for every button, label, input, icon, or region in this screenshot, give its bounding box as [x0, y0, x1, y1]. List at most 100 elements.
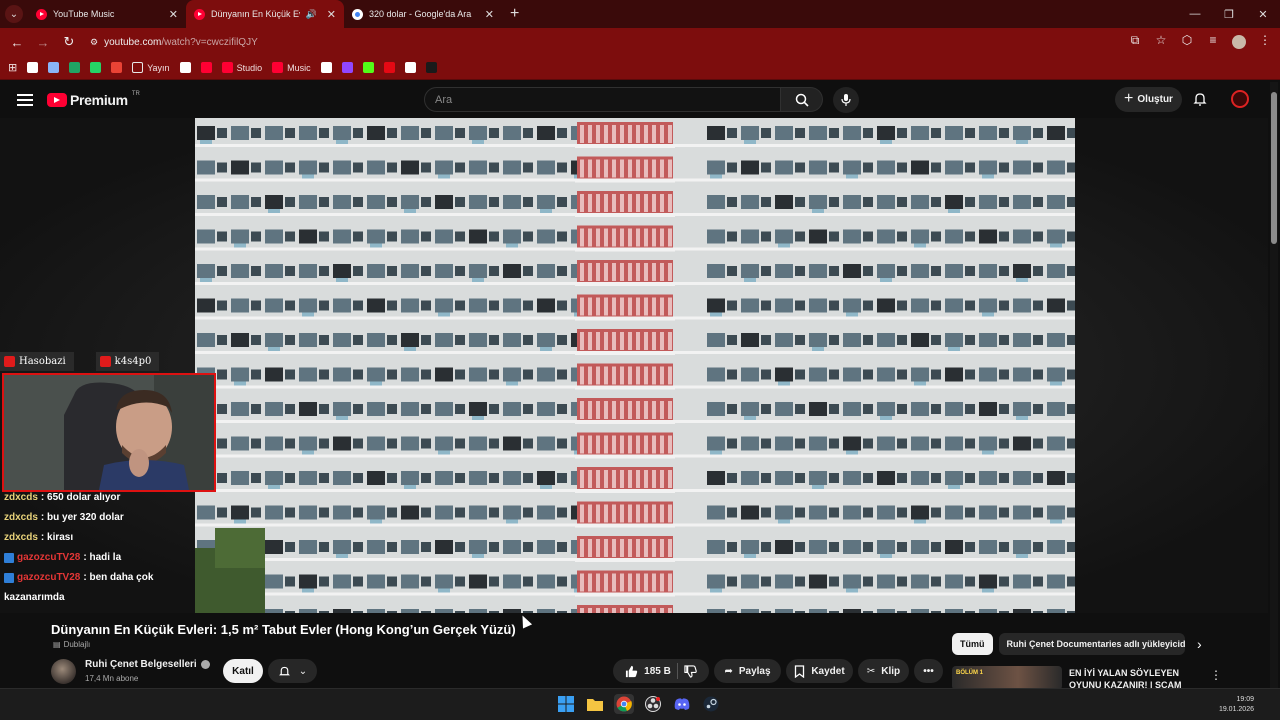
- bookmark-kick[interactable]: [362, 62, 374, 73]
- steam-icon[interactable]: [701, 694, 721, 714]
- bookmark-youtube-music[interactable]: Music: [272, 62, 311, 73]
- chat-username: gazozcuTV28: [17, 572, 81, 583]
- install-app-icon[interactable]: ⧉: [1126, 33, 1144, 52]
- bookmark-github[interactable]: [320, 62, 332, 73]
- extensions-icon[interactable]: ⬡: [1178, 33, 1196, 52]
- chat-message: zdxcds: 650 dolar alıyor: [4, 488, 194, 508]
- chat-message: gazozcuTV28: hadi la: [4, 548, 194, 568]
- profile-avatar[interactable]: [1230, 33, 1248, 52]
- save-button[interactable]: Kaydet: [786, 659, 853, 683]
- scrollbar-thumb[interactable]: [1271, 92, 1277, 244]
- account-avatar[interactable]: [1231, 90, 1249, 108]
- bookmark-youtube[interactable]: [200, 62, 212, 73]
- media-control-icon[interactable]: ≡: [1204, 33, 1222, 52]
- bookmark-sheets[interactable]: [69, 62, 81, 73]
- recommendation-chips: Tümü Ruhi Çenet Documentaries adlı yükle…: [952, 633, 1185, 655]
- back-button[interactable]: ←: [6, 31, 28, 53]
- bookmark-folder[interactable]: Yayın: [132, 62, 170, 73]
- tab-youtube-music[interactable]: YouTube Music ✕: [28, 0, 186, 28]
- streamer-name-tag: k4s4p0: [95, 352, 160, 371]
- menu-kebab-icon[interactable]: ⋮: [1256, 33, 1274, 52]
- obs-icon[interactable]: [643, 694, 663, 714]
- tab-google-search[interactable]: 320 dolar - Google'da Ara ✕: [344, 0, 502, 28]
- bookmark-netflix[interactable]: [383, 62, 395, 73]
- minimize-icon[interactable]: —: [1178, 8, 1212, 21]
- bookmark-whatsapp[interactable]: [90, 62, 102, 73]
- chip-all[interactable]: Tümü: [952, 633, 993, 655]
- channel-name-row[interactable]: Ruhi Çenet Belgeselleri: [85, 659, 210, 670]
- kick-icon: [362, 62, 374, 73]
- chip-from-uploader[interactable]: Ruhi Çenet Documentaries adlı yükleyicid…: [998, 633, 1185, 655]
- chat-text: : ben daha çok: [83, 572, 154, 583]
- like-button[interactable]: 185 B: [625, 665, 671, 678]
- streamer-name: Hasobazi: [19, 356, 66, 367]
- channel-name[interactable]: Ruhi Çenet Belgeselleri: [85, 659, 197, 670]
- mouse-cursor: [517, 613, 533, 629]
- site-info-icon[interactable]: ⚙: [90, 37, 98, 48]
- windows-start-icon[interactable]: [556, 694, 576, 714]
- gemini-icon: [48, 62, 60, 73]
- recommendation-title[interactable]: EN İYİ YALAN SÖYLEYEN OYUNU KAZANIR! | S…: [1069, 667, 1199, 689]
- url-field[interactable]: ⚙ youtube.com/watch?v=cwczifilQJY: [84, 31, 1122, 53]
- bookmark-star-icon[interactable]: ☆: [1152, 33, 1170, 52]
- tab-video-active[interactable]: Dünyanın En Küçük Evleri: 1 🔊 ✕: [186, 0, 344, 28]
- youtube-premium-logo[interactable]: Premium TR: [47, 91, 140, 108]
- bookmark-gmail[interactable]: [111, 62, 123, 73]
- close-icon[interactable]: ✕: [485, 8, 494, 21]
- x-icon: [179, 62, 191, 73]
- speaker-icon[interactable]: 🔊: [306, 9, 317, 20]
- system-clock[interactable]: 19:09 19.01.2026: [1219, 695, 1254, 715]
- channel-avatar[interactable]: [51, 659, 76, 684]
- reload-button[interactable]: ↻: [58, 31, 80, 53]
- bookmark-globe[interactable]: [27, 62, 39, 73]
- youtube-music-icon: [272, 62, 284, 73]
- close-icon[interactable]: ✕: [169, 8, 178, 21]
- bookmark-app[interactable]: [425, 62, 437, 73]
- chat-text: : 650 dolar alıyor: [40, 492, 121, 503]
- notifications-bell-icon[interactable]: [1192, 91, 1208, 107]
- thumbs-down-icon[interactable]: [684, 664, 697, 678]
- chat-text: : hadi la: [83, 552, 122, 563]
- restore-icon[interactable]: ❐: [1212, 8, 1246, 21]
- more-vertical-icon[interactable]: ⋮: [1210, 668, 1222, 682]
- chrome-icon[interactable]: [614, 694, 634, 714]
- close-icon[interactable]: ✕: [327, 8, 336, 21]
- bookmark-gemini[interactable]: [48, 62, 60, 73]
- tab-search-button[interactable]: ⌄: [0, 0, 28, 28]
- create-button[interactable]: + Oluştur: [1115, 87, 1182, 112]
- search-button[interactable]: [781, 87, 823, 112]
- like-count: 185 B: [644, 665, 671, 677]
- search-box: Ara: [424, 87, 824, 112]
- bookmark-x[interactable]: [179, 62, 191, 73]
- tab-label: 320 dolar - Google'da Ara: [369, 9, 472, 19]
- share-button[interactable]: ➦ Paylaş: [714, 659, 781, 683]
- google-icon: [352, 8, 363, 20]
- discord-icon[interactable]: [672, 694, 692, 714]
- recommendation-thumbnail[interactable]: BÖLÜM 1: [952, 666, 1062, 690]
- bookmark-capcut[interactable]: [404, 62, 416, 73]
- voice-search-button[interactable]: [833, 87, 859, 113]
- join-button[interactable]: Katıl: [223, 659, 263, 683]
- twitch-icon: [99, 356, 111, 367]
- save-label: Kaydet: [811, 665, 845, 677]
- subscription-notification-button[interactable]: ⌄: [268, 659, 317, 683]
- bookmark-twitch[interactable]: [341, 62, 353, 73]
- hamburger-menu-icon[interactable]: [17, 93, 33, 106]
- more-actions-button[interactable]: •••: [914, 659, 943, 683]
- chat-message: zdxcds: kirası: [4, 528, 194, 548]
- chevron-right-icon[interactable]: ›: [1197, 636, 1202, 652]
- video-player[interactable]: [195, 118, 1075, 613]
- bookmark-youtube-studio[interactable]: Studio: [221, 62, 262, 73]
- file-explorer-icon[interactable]: [585, 694, 605, 714]
- video-title: Dünyanın En Küçük Evleri: 1,5 m² Tabut E…: [51, 622, 516, 637]
- new-tab-button[interactable]: +: [502, 5, 527, 23]
- forward-button[interactable]: →: [32, 31, 54, 53]
- search-input[interactable]: Ara: [424, 87, 781, 112]
- prime-badge-icon: [4, 553, 14, 563]
- clip-button[interactable]: ✂ Klip: [858, 659, 909, 683]
- prime-badge-icon: [4, 573, 14, 583]
- page-scrollbar[interactable]: [1270, 82, 1278, 692]
- youtube-music-icon: [36, 8, 47, 20]
- apps-grid-icon[interactable]: ⊞: [8, 61, 17, 74]
- close-window-icon[interactable]: ✕: [1246, 8, 1280, 21]
